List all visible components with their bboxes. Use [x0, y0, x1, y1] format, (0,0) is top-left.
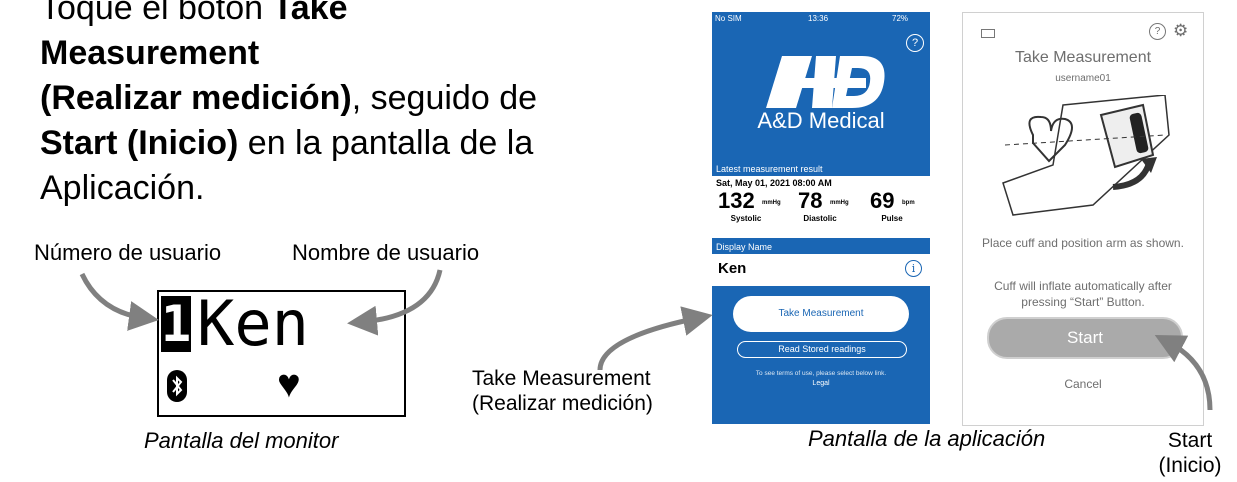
display-name-value: Ken — [718, 260, 747, 277]
gear-icon[interactable]: ⚙ — [1173, 21, 1188, 41]
read-stored-readings-button[interactable]: Read Stored readings — [737, 341, 907, 358]
status-bar: No SIM 13:36 72% — [712, 12, 930, 26]
instruction-line3: en la pantalla de la — [238, 124, 534, 162]
instruction-realizar: (Realizar medición) — [40, 79, 352, 117]
cancel-button[interactable]: Cancel — [963, 377, 1203, 391]
measure-username: username01 — [1055, 73, 1111, 84]
status-carrier: No SIM — [715, 14, 742, 23]
legal-link[interactable]: Legal — [712, 380, 930, 387]
diastolic-label: Diastolic — [803, 214, 837, 223]
callout-start: Start (Inicio) — [1150, 428, 1230, 478]
display-name-row: Ken i — [712, 254, 930, 286]
monitor-user-name: Ken — [197, 287, 309, 360]
app-measure-screen: ? ⚙ Take Measurement username01 Place cu… — [962, 12, 1204, 426]
terms-text: To see terms of use, please select below… — [755, 370, 887, 377]
callout-take-line1: Take Measurement — [472, 367, 651, 390]
callout-start-line1: Start — [1167, 429, 1213, 452]
callout-start-line2: (Inicio) — [1158, 454, 1222, 477]
status-time: 13:36 — [808, 14, 829, 23]
heart-icon: ♥ — [277, 362, 301, 406]
pulse-value: 69 — [870, 188, 895, 213]
display-name-label: Display Name — [716, 242, 773, 252]
measure-instruction-2: Cuff will inflate automatically after pr… — [994, 279, 1172, 309]
arrow-take-measurement — [597, 306, 713, 371]
diastolic-unit: mmHg — [830, 200, 849, 206]
app-home-screen: No SIM 13:36 72% ? A&D Medical Latest me… — [712, 12, 930, 424]
systolic-label: Systolic — [730, 214, 762, 223]
monitor-user-number: 1 — [161, 295, 192, 353]
measure-instruction-1: Place cuff and position arm as shown. — [982, 236, 1184, 250]
arrow-user-number — [79, 272, 159, 331]
monitor-top-row: 1 Ken — [159, 287, 404, 360]
cuff-illustration — [1002, 95, 1170, 216]
instruction-start: Start (Inicio) — [40, 124, 239, 162]
caption-monitor: Pantalla del monitor — [144, 428, 339, 453]
info-icon[interactable]: i — [905, 260, 922, 277]
label-user-number: Número de usuario — [34, 240, 222, 265]
instruction-line4: Aplicación. — [40, 169, 205, 207]
diastolic-value: 78 — [798, 188, 823, 213]
take-measurement-button[interactable]: Take Measurement — [733, 296, 909, 332]
latest-result-label: Latest measurement result — [716, 164, 823, 174]
callout-take-measurement: Take Measurement (Realizar medición) — [472, 366, 704, 416]
label-user-name: Nombre de usuario — [292, 240, 480, 265]
and-logo — [766, 56, 885, 108]
battery-icon — [981, 29, 995, 38]
bluetooth-icon — [167, 370, 187, 402]
systolic-unit: mmHg — [762, 200, 781, 206]
pulse-label: Pulse — [881, 214, 903, 223]
start-button[interactable]: Start — [987, 317, 1183, 359]
systolic-value: 132 — [718, 188, 755, 213]
measure-title: Take Measurement — [1014, 49, 1152, 66]
caption-app: Pantalla de la aplicación — [808, 426, 1046, 451]
status-battery: 72% — [892, 14, 909, 23]
instruction-line1: Toque el botón — [40, 0, 273, 27]
result-date: Sat, May 01, 2021 08:00 AM — [716, 178, 832, 188]
monitor-display: 1 Ken ♥ — [157, 287, 406, 417]
instruction-text: Toque el botón Take Measurement (Realiza… — [40, 0, 540, 211]
help-icon[interactable]: ? — [1149, 23, 1166, 40]
latest-result-card: Sat, May 01, 2021 08:00 AM 132 mmHg Syst… — [712, 176, 930, 238]
pulse-unit: bpm — [902, 200, 915, 206]
instruction-line2: , seguido de — [351, 79, 538, 117]
brand-name: A&D Medical — [757, 108, 885, 133]
callout-take-line2: (Realizar medición) — [472, 392, 653, 415]
help-icon[interactable]: ? — [906, 34, 924, 52]
